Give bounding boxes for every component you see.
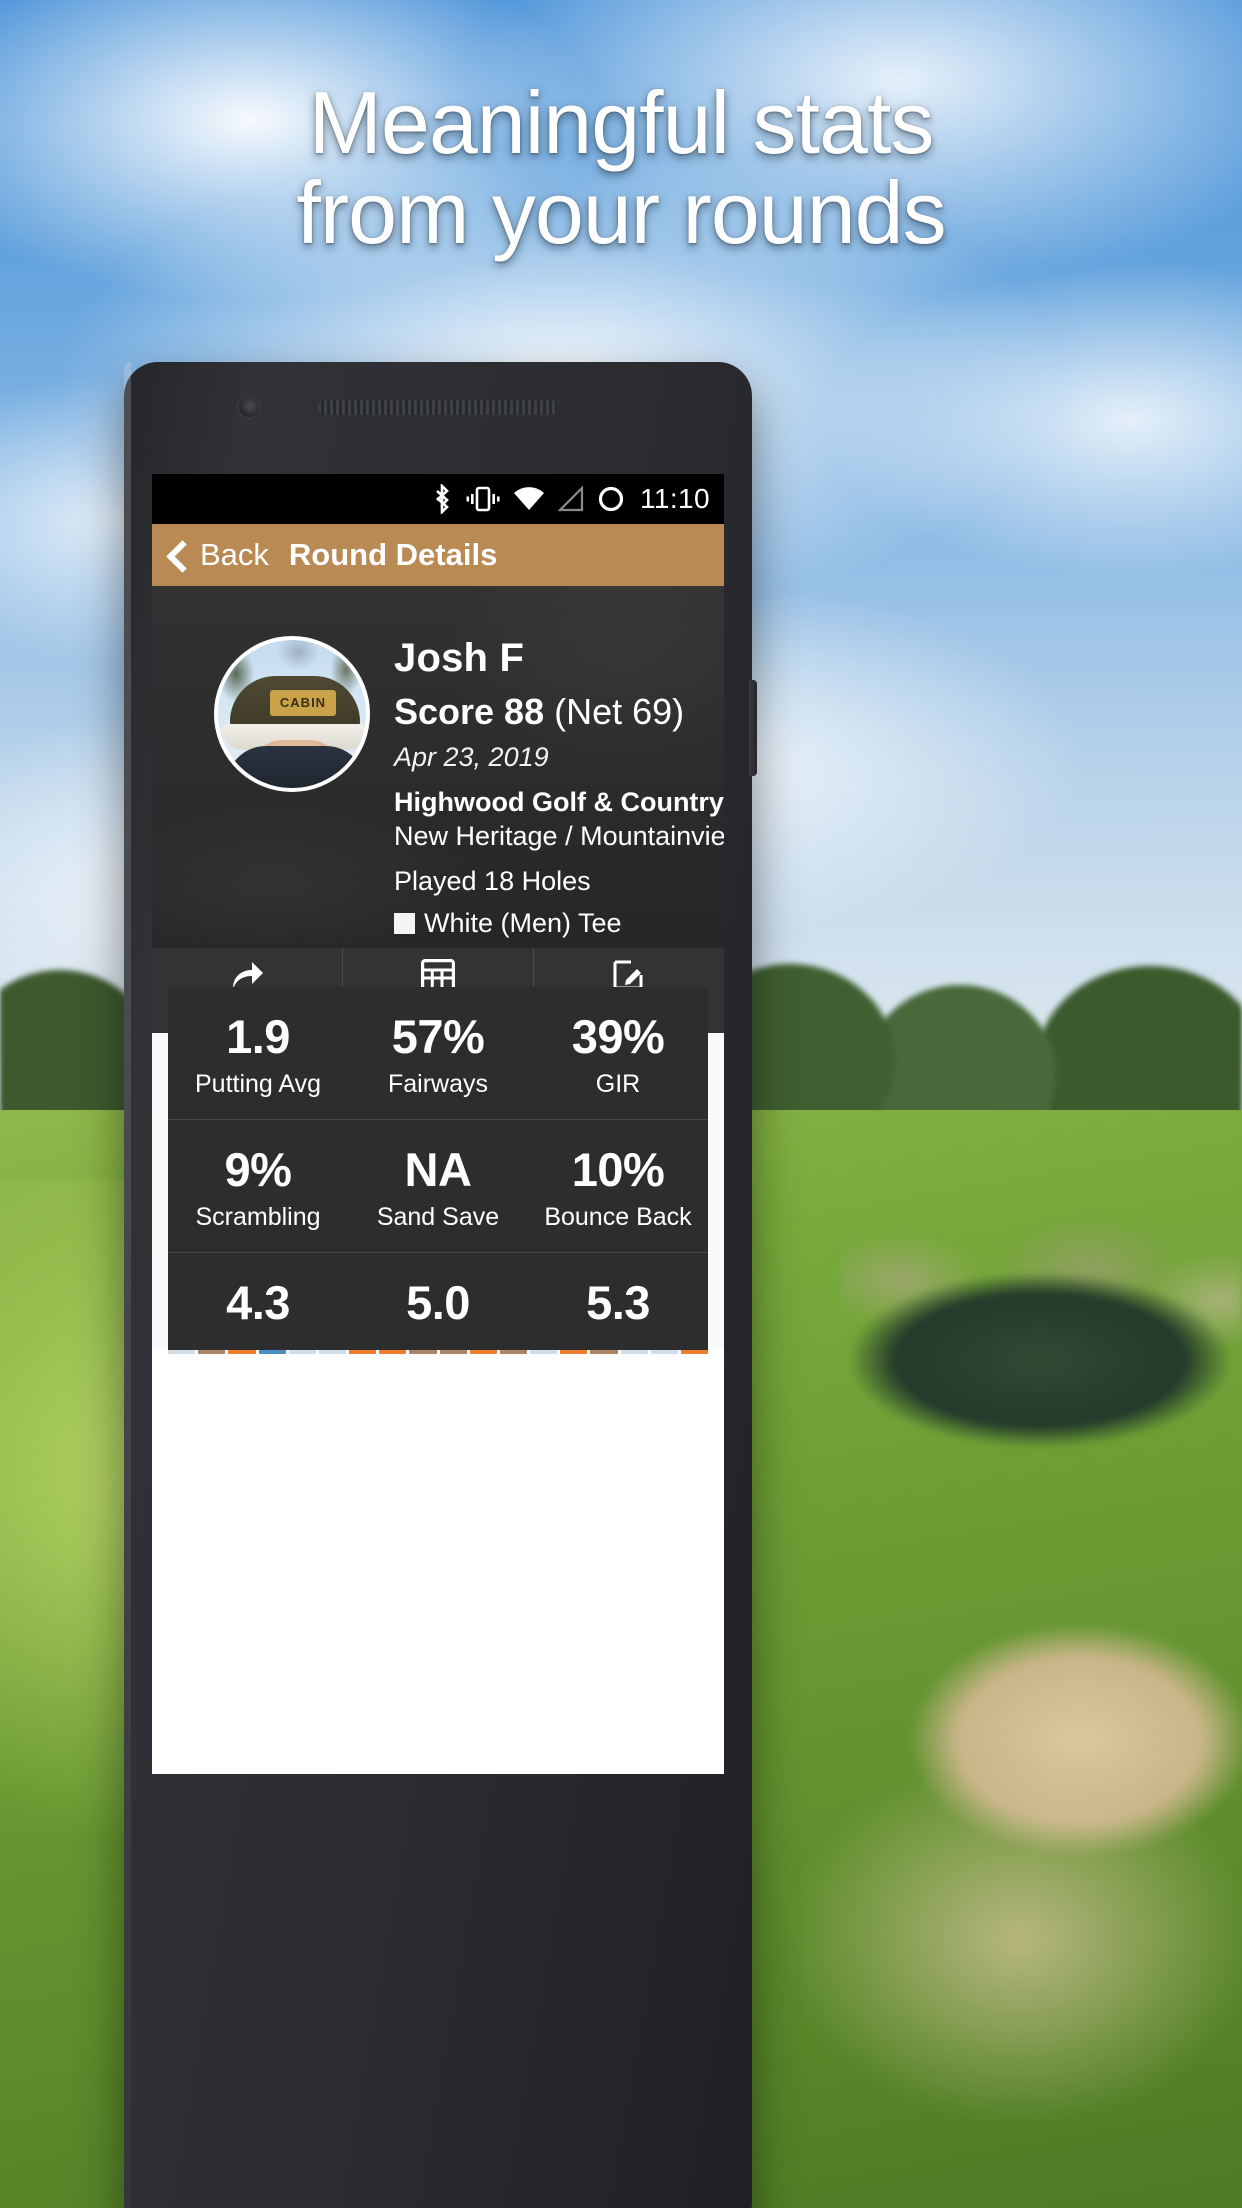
stat-putting-avg[interactable]: 1.9 Putting Avg — [168, 987, 348, 1119]
power-button[interactable] — [749, 680, 757, 776]
status-bar-clock: 11:10 — [640, 483, 710, 514]
score-line: Score 88 (Net 69) — [394, 691, 724, 733]
stat-label: Scrambling — [195, 1203, 321, 1231]
phone-device-frame: 11:10 Back Round Details CABIN Josh F Sc… — [124, 362, 757, 2208]
stat-sand-save[interactable]: NA Sand Save — [348, 1120, 528, 1252]
stat-label: Putting Avg — [194, 1070, 322, 1098]
round-info-block: Josh F Score 88 (Net 69) Apr 23, 2019 Hi… — [394, 608, 724, 948]
stat-label: Sand Save — [376, 1203, 500, 1231]
stat-value: 5.3 — [586, 1276, 650, 1329]
avatar-cap-patch: CABIN — [270, 690, 336, 716]
stats-row-partial: 4.3 5.0 5.3 — [168, 1253, 708, 1350]
stat-value: 57% — [391, 1010, 485, 1063]
net-score: (Net 69) — [554, 691, 685, 732]
cell-signal-icon — [558, 486, 584, 512]
stat-value: 9% — [224, 1143, 292, 1196]
stat-value: NA — [404, 1143, 472, 1196]
stat-label: GIR — [595, 1070, 641, 1098]
phone-screen: 11:10 Back Round Details CABIN Josh F Sc… — [152, 474, 724, 1774]
status-bar: 11:10 — [152, 474, 724, 524]
course-nines: New Heritage / Mountainview — [394, 821, 724, 851]
round-date: Apr 23, 2019 — [394, 742, 549, 772]
stat-label: Bounce Back — [544, 1203, 692, 1231]
stat-par5-avg[interactable]: 5.3 — [528, 1253, 708, 1350]
promo-headline: Meaningful stats from your rounds — [0, 78, 1242, 258]
holes-played: Played 18 Holes — [394, 866, 591, 896]
bluetooth-icon — [436, 484, 449, 514]
stat-value: 4.3 — [226, 1276, 290, 1329]
back-chevron-icon[interactable] — [166, 544, 188, 566]
tee-label: White (Men) Tee — [424, 908, 622, 938]
stats-row: 9% Scrambling NA Sand Save 10% Bounce Ba… — [168, 1120, 708, 1253]
round-summary-header: CABIN Josh F Score 88 (Net 69) Apr 23, 2… — [152, 586, 724, 948]
score-chart: 123456789101112131415161718 464443557656… — [152, 987, 724, 1354]
player-name: Josh F — [394, 636, 525, 680]
stat-bounce-back[interactable]: 10% Bounce Back — [528, 1120, 708, 1252]
stat-scrambling[interactable]: 9% Scrambling — [168, 1120, 348, 1252]
app-bar: Back Round Details — [152, 524, 724, 586]
tee-row: White (Men) Tee — [394, 908, 724, 939]
stat-label: Fairways — [387, 1070, 488, 1098]
tee-color-swatch — [394, 913, 415, 934]
stat-value: 1.9 — [226, 1010, 290, 1063]
stat-value: 10% — [571, 1143, 665, 1196]
earpiece-speaker — [318, 400, 558, 415]
vibrate-icon — [466, 486, 500, 512]
front-camera-icon — [236, 394, 262, 420]
wifi-icon — [514, 487, 544, 510]
headline-line-2: from your rounds — [296, 162, 946, 262]
stat-par4-avg[interactable]: 5.0 — [348, 1253, 528, 1350]
stat-value: 39% — [571, 1010, 665, 1063]
stat-par3-avg[interactable]: 4.3 — [168, 1253, 348, 1350]
avatar[interactable]: CABIN — [214, 636, 370, 792]
battery-icon — [598, 486, 624, 512]
stats-panel: 1.9 Putting Avg 57% Fairways 39% GIR 9% — [168, 987, 708, 1350]
stats-row: 1.9 Putting Avg 57% Fairways 39% GIR — [168, 987, 708, 1120]
course-name: Highwood Golf & Country Club — [394, 787, 724, 817]
gross-score: Score 88 — [394, 691, 545, 732]
page-title: Round Details — [288, 537, 498, 572]
cart-path-region — [760, 1640, 1242, 2200]
pond-region — [840, 1250, 1242, 1480]
stat-gir[interactable]: 39% GIR — [528, 987, 708, 1119]
stat-fairways[interactable]: 57% Fairways — [348, 987, 528, 1119]
back-button-label[interactable]: Back — [200, 537, 269, 573]
avatar-torso — [226, 746, 366, 788]
headline-line-1: Meaningful stats — [308, 73, 935, 172]
stat-value: 5.0 — [406, 1276, 470, 1329]
